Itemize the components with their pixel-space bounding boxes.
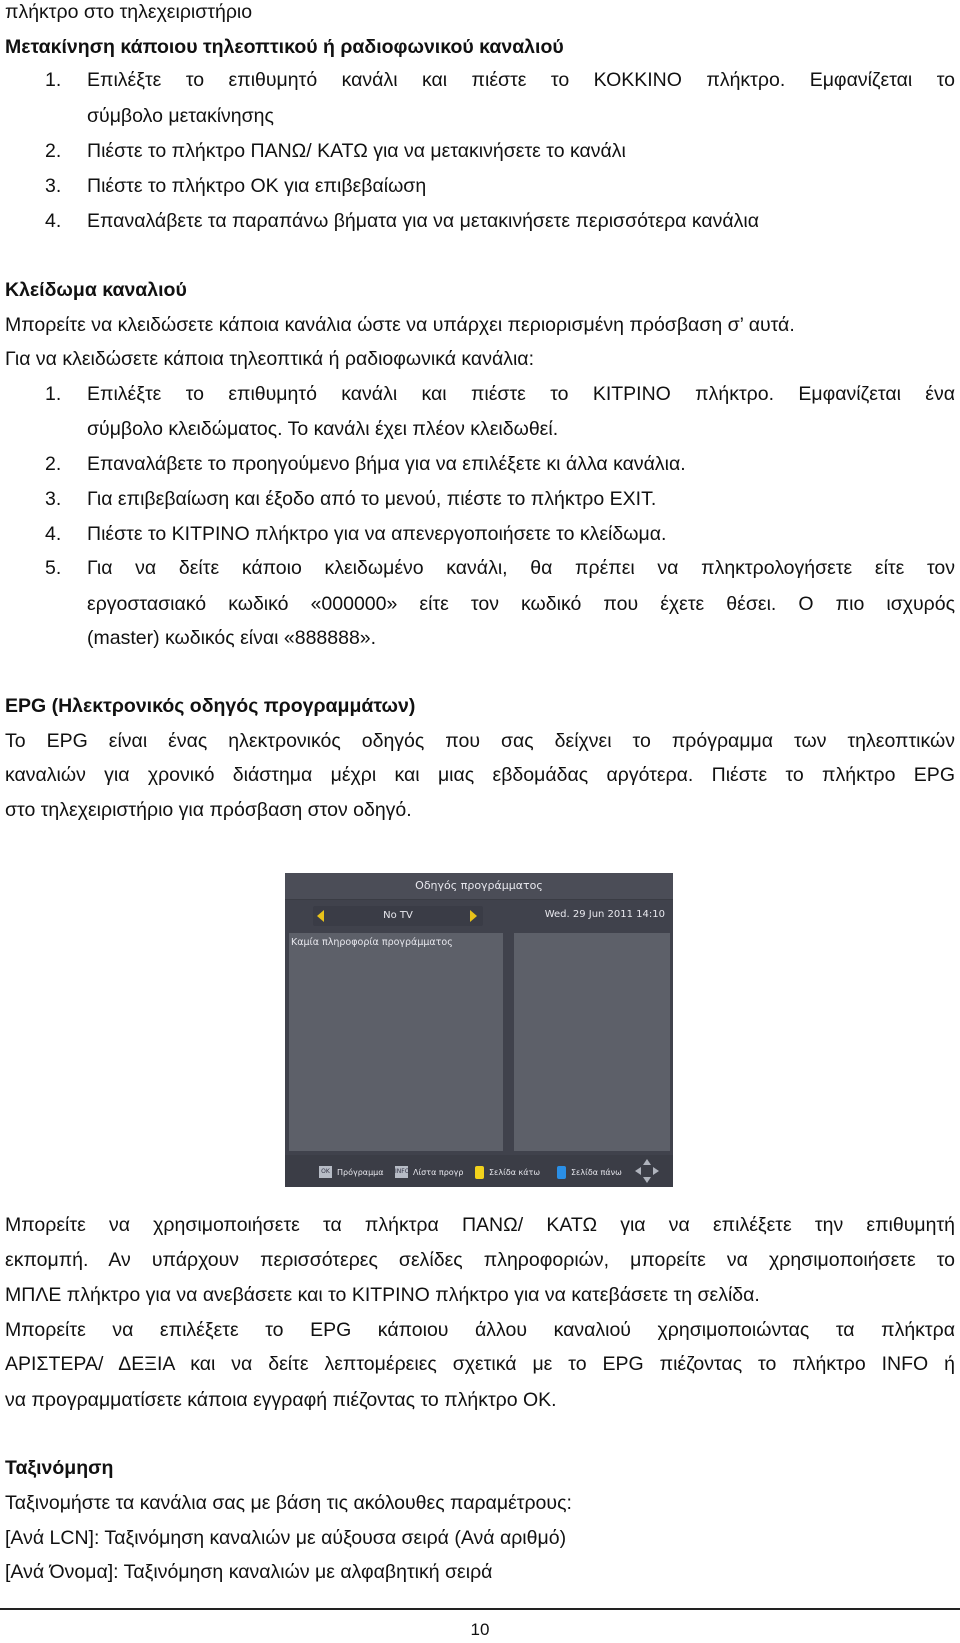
list-item: Για να δείτε κάποιο κλειδωμένο κανάλι, θ… xyxy=(87,557,955,579)
epg-datetime: Wed. 29 Jun 2011 14:10 xyxy=(544,909,665,920)
channel-name: No TV xyxy=(383,910,413,921)
epg-screen-title: Οδηγός προγράμματος xyxy=(285,873,673,900)
legend-label: Λίστα προγρ xyxy=(413,1167,464,1177)
legend-label: Σελίδα κάτω xyxy=(489,1168,541,1177)
epg-screenshot: Οδηγός προγράμματος No TV Wed. 29 Jun 20… xyxy=(285,873,673,1187)
step-number: 4. xyxy=(45,523,62,545)
sort-line: Ταξινομήστε τα κανάλια σας με βάση τις α… xyxy=(5,1492,572,1514)
step-number: 2. xyxy=(45,453,62,475)
sort-heading: Ταξινόμηση xyxy=(5,1457,114,1479)
step-number: 2. xyxy=(45,140,62,162)
list-item: (master) κωδικός είναι «888888». xyxy=(87,627,377,649)
lock-intro-text: Για να κλειδώσετε κάποια τηλεοπτικά ή ρα… xyxy=(5,348,534,370)
epg-heading: EPG (Ηλεκτρονικός οδηγός προγραμμάτων) xyxy=(5,695,416,717)
no-info-text: Καμία πληροφορία προγράμματος xyxy=(291,937,453,948)
epg-para-line: καναλιών για χρονικό διάστημα μέχρι και … xyxy=(5,764,955,786)
list-item: σύμβολο κλειδώματος. Το κανάλι έχει πλέο… xyxy=(87,418,559,440)
lock-channel-heading: Κλείδωμα καναλιού xyxy=(5,279,187,301)
list-item: Επιλέξτε το επιθυμητό κανάλι και πιέστε … xyxy=(87,383,955,405)
list-item: εργοστασιακό κωδικό «000000» είτε τον κω… xyxy=(87,593,955,615)
epg-para-line: Μπορείτε να χρησιμοποιήσετε τα πλήκτρα Π… xyxy=(5,1214,955,1236)
epg-para-line: ΑΡΙΣΤΕΡΑ/ ΔΕΞΙΑ και να δείτε λεπτομέρειε… xyxy=(5,1353,955,1375)
program-detail-panel xyxy=(514,933,670,1151)
legend-label: Πρόγραμμα xyxy=(337,1167,384,1177)
continuation-text: πλήκτρο στο τηλεχειριστήριο xyxy=(5,1,253,23)
page-number: 10 xyxy=(470,1620,490,1639)
list-item: Πιέστε το πλήκτρο ΠΑΝΩ/ ΚΑΤΩ για να μετα… xyxy=(87,140,626,162)
program-list-panel: Καμία πληροφορία προγράμματος xyxy=(289,933,503,1151)
lock-intro-text: Μπορείτε να κλειδώσετε κάποια κανάλια ώσ… xyxy=(5,314,795,336)
epg-para-line: εκπομπή. Αν υπάρχουν περισσότερες σελίδε… xyxy=(5,1249,955,1271)
footer-divider xyxy=(0,1608,960,1610)
channel-selector: No TV xyxy=(313,906,483,926)
move-channel-heading: Μετακίνηση κάποιου τηλεοπτικού ή ραδιοφω… xyxy=(5,36,564,58)
step-number: 1. xyxy=(45,69,62,91)
legend-blue: Σελίδα πάνω xyxy=(557,1166,622,1179)
step-number: 3. xyxy=(45,175,62,197)
epg-key-legend: OK Πρόγραμμα INFO Λίστα προγρ Σελίδα κάτ… xyxy=(285,1155,673,1187)
legend-ok: OK Πρόγραμμα xyxy=(319,1166,384,1178)
legend-yellow: Σελίδα κάτω xyxy=(475,1166,540,1179)
sort-line: [Ανά LCN]: Ταξινόμηση καναλιών με αύξουσ… xyxy=(5,1527,567,1549)
yellow-key-icon xyxy=(475,1166,484,1179)
epg-para-line: να προγραμματίσετε κάποια εγγραφή πιέζον… xyxy=(5,1389,557,1411)
sort-line: [Ανά Όνομα]: Ταξινόμηση καναλιών με αλφα… xyxy=(5,1561,493,1583)
list-item: σύμβολο μετακίνησης xyxy=(87,105,274,127)
list-item: Επιλέξτε το επιθυμητό κανάλι και πιέστε … xyxy=(87,69,955,91)
list-item: Επαναλάβετε το προηγούμενο βήμα για να ε… xyxy=(87,453,686,475)
navigation-arrows-icon xyxy=(635,1159,659,1183)
arrow-right-icon xyxy=(470,910,477,922)
step-number: 4. xyxy=(45,210,62,232)
step-number: 5. xyxy=(45,557,62,579)
epg-para-line: στο τηλεχειριστήριο για πρόσβαση στον οδ… xyxy=(5,799,412,821)
list-item: Πιέστε το πλήκτρο ΟΚ για επιβεβαίωση xyxy=(87,175,427,197)
step-number: 1. xyxy=(45,383,62,405)
blue-key-icon xyxy=(557,1166,566,1179)
legend-label: Σελίδα πάνω xyxy=(571,1168,622,1177)
epg-para-line: Μπορείτε να επιλέξετε το EPG κάποιου άλλ… xyxy=(5,1319,955,1341)
ok-key-icon: OK xyxy=(319,1166,332,1178)
list-item: Επαναλάβετε τα παραπάνω βήματα για να με… xyxy=(87,210,760,232)
list-item: Για επιβεβαίωση και έξοδο από το μενού, … xyxy=(87,488,657,510)
info-key-icon: INFO xyxy=(395,1166,409,1178)
epg-para-line: Το EPG είναι ένας ηλεκτρονικός οδηγός πο… xyxy=(5,730,955,752)
legend-info: INFO Λίστα προγρ xyxy=(395,1166,463,1178)
step-number: 3. xyxy=(45,488,62,510)
list-item: Πιέστε το ΚΙΤΡΙΝΟ πλήκτρο για να απενεργ… xyxy=(87,523,667,545)
epg-para-line: ΜΠΛΕ πλήκτρο για να ανεβάσετε και το ΚΙΤ… xyxy=(5,1284,760,1306)
